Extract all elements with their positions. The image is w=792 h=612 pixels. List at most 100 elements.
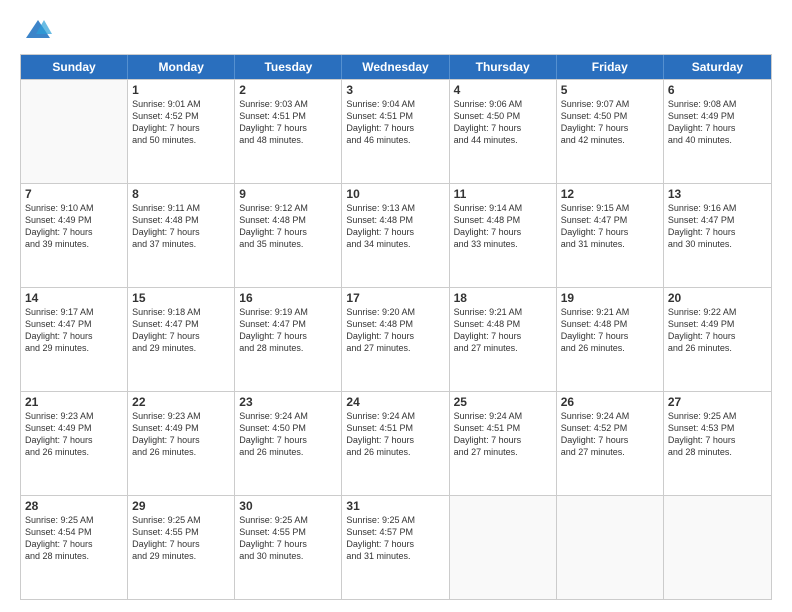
calendar-cell [664, 496, 771, 599]
day-number: 18 [454, 291, 552, 305]
day-info: Sunrise: 9:12 AM Sunset: 4:48 PM Dayligh… [239, 202, 337, 251]
day-number: 4 [454, 83, 552, 97]
calendar-row-4: 21Sunrise: 9:23 AM Sunset: 4:49 PM Dayli… [21, 391, 771, 495]
calendar-cell: 14Sunrise: 9:17 AM Sunset: 4:47 PM Dayli… [21, 288, 128, 391]
day-info: Sunrise: 9:13 AM Sunset: 4:48 PM Dayligh… [346, 202, 444, 251]
calendar-cell: 20Sunrise: 9:22 AM Sunset: 4:49 PM Dayli… [664, 288, 771, 391]
day-number: 23 [239, 395, 337, 409]
day-info: Sunrise: 9:17 AM Sunset: 4:47 PM Dayligh… [25, 306, 123, 355]
calendar-cell: 13Sunrise: 9:16 AM Sunset: 4:47 PM Dayli… [664, 184, 771, 287]
calendar-cell: 7Sunrise: 9:10 AM Sunset: 4:49 PM Daylig… [21, 184, 128, 287]
day-info: Sunrise: 9:24 AM Sunset: 4:50 PM Dayligh… [239, 410, 337, 459]
day-info: Sunrise: 9:23 AM Sunset: 4:49 PM Dayligh… [132, 410, 230, 459]
day-number: 14 [25, 291, 123, 305]
calendar-body: 1Sunrise: 9:01 AM Sunset: 4:52 PM Daylig… [21, 79, 771, 599]
day-number: 9 [239, 187, 337, 201]
calendar-row-2: 7Sunrise: 9:10 AM Sunset: 4:49 PM Daylig… [21, 183, 771, 287]
calendar-cell: 4Sunrise: 9:06 AM Sunset: 4:50 PM Daylig… [450, 80, 557, 183]
calendar-cell: 17Sunrise: 9:20 AM Sunset: 4:48 PM Dayli… [342, 288, 449, 391]
day-info: Sunrise: 9:01 AM Sunset: 4:52 PM Dayligh… [132, 98, 230, 147]
day-info: Sunrise: 9:24 AM Sunset: 4:52 PM Dayligh… [561, 410, 659, 459]
day-info: Sunrise: 9:04 AM Sunset: 4:51 PM Dayligh… [346, 98, 444, 147]
logo [20, 16, 52, 44]
page: SundayMondayTuesdayWednesdayThursdayFrid… [0, 0, 792, 612]
day-number: 27 [668, 395, 767, 409]
header-day-monday: Monday [128, 55, 235, 79]
day-number: 16 [239, 291, 337, 305]
header-day-friday: Friday [557, 55, 664, 79]
day-number: 11 [454, 187, 552, 201]
day-number: 28 [25, 499, 123, 513]
day-number: 12 [561, 187, 659, 201]
calendar-cell: 3Sunrise: 9:04 AM Sunset: 4:51 PM Daylig… [342, 80, 449, 183]
day-number: 20 [668, 291, 767, 305]
header-day-tuesday: Tuesday [235, 55, 342, 79]
day-info: Sunrise: 9:23 AM Sunset: 4:49 PM Dayligh… [25, 410, 123, 459]
day-info: Sunrise: 9:07 AM Sunset: 4:50 PM Dayligh… [561, 98, 659, 147]
day-number: 26 [561, 395, 659, 409]
day-info: Sunrise: 9:24 AM Sunset: 4:51 PM Dayligh… [454, 410, 552, 459]
calendar-cell: 21Sunrise: 9:23 AM Sunset: 4:49 PM Dayli… [21, 392, 128, 495]
calendar-cell: 10Sunrise: 9:13 AM Sunset: 4:48 PM Dayli… [342, 184, 449, 287]
header-day-thursday: Thursday [450, 55, 557, 79]
day-number: 8 [132, 187, 230, 201]
day-number: 6 [668, 83, 767, 97]
header [20, 16, 772, 44]
day-number: 1 [132, 83, 230, 97]
calendar-cell: 8Sunrise: 9:11 AM Sunset: 4:48 PM Daylig… [128, 184, 235, 287]
day-info: Sunrise: 9:25 AM Sunset: 4:55 PM Dayligh… [239, 514, 337, 563]
header-day-wednesday: Wednesday [342, 55, 449, 79]
calendar-cell: 24Sunrise: 9:24 AM Sunset: 4:51 PM Dayli… [342, 392, 449, 495]
day-number: 29 [132, 499, 230, 513]
header-day-sunday: Sunday [21, 55, 128, 79]
calendar-cell: 15Sunrise: 9:18 AM Sunset: 4:47 PM Dayli… [128, 288, 235, 391]
calendar-cell: 27Sunrise: 9:25 AM Sunset: 4:53 PM Dayli… [664, 392, 771, 495]
calendar-cell: 28Sunrise: 9:25 AM Sunset: 4:54 PM Dayli… [21, 496, 128, 599]
day-info: Sunrise: 9:14 AM Sunset: 4:48 PM Dayligh… [454, 202, 552, 251]
calendar-cell: 5Sunrise: 9:07 AM Sunset: 4:50 PM Daylig… [557, 80, 664, 183]
day-number: 21 [25, 395, 123, 409]
day-info: Sunrise: 9:24 AM Sunset: 4:51 PM Dayligh… [346, 410, 444, 459]
calendar-cell: 9Sunrise: 9:12 AM Sunset: 4:48 PM Daylig… [235, 184, 342, 287]
calendar-cell: 22Sunrise: 9:23 AM Sunset: 4:49 PM Dayli… [128, 392, 235, 495]
day-number: 7 [25, 187, 123, 201]
calendar-cell: 11Sunrise: 9:14 AM Sunset: 4:48 PM Dayli… [450, 184, 557, 287]
day-info: Sunrise: 9:25 AM Sunset: 4:57 PM Dayligh… [346, 514, 444, 563]
calendar-cell: 19Sunrise: 9:21 AM Sunset: 4:48 PM Dayli… [557, 288, 664, 391]
day-info: Sunrise: 9:21 AM Sunset: 4:48 PM Dayligh… [561, 306, 659, 355]
day-info: Sunrise: 9:25 AM Sunset: 4:53 PM Dayligh… [668, 410, 767, 459]
day-info: Sunrise: 9:21 AM Sunset: 4:48 PM Dayligh… [454, 306, 552, 355]
day-number: 22 [132, 395, 230, 409]
day-number: 15 [132, 291, 230, 305]
calendar-cell: 29Sunrise: 9:25 AM Sunset: 4:55 PM Dayli… [128, 496, 235, 599]
day-number: 5 [561, 83, 659, 97]
day-number: 19 [561, 291, 659, 305]
calendar-cell: 23Sunrise: 9:24 AM Sunset: 4:50 PM Dayli… [235, 392, 342, 495]
calendar-cell [21, 80, 128, 183]
day-info: Sunrise: 9:08 AM Sunset: 4:49 PM Dayligh… [668, 98, 767, 147]
day-number: 13 [668, 187, 767, 201]
calendar-row-1: 1Sunrise: 9:01 AM Sunset: 4:52 PM Daylig… [21, 79, 771, 183]
calendar-cell: 2Sunrise: 9:03 AM Sunset: 4:51 PM Daylig… [235, 80, 342, 183]
calendar-cell: 31Sunrise: 9:25 AM Sunset: 4:57 PM Dayli… [342, 496, 449, 599]
day-number: 3 [346, 83, 444, 97]
day-info: Sunrise: 9:20 AM Sunset: 4:48 PM Dayligh… [346, 306, 444, 355]
day-info: Sunrise: 9:19 AM Sunset: 4:47 PM Dayligh… [239, 306, 337, 355]
day-number: 25 [454, 395, 552, 409]
day-info: Sunrise: 9:03 AM Sunset: 4:51 PM Dayligh… [239, 98, 337, 147]
day-info: Sunrise: 9:22 AM Sunset: 4:49 PM Dayligh… [668, 306, 767, 355]
calendar-header: SundayMondayTuesdayWednesdayThursdayFrid… [21, 55, 771, 79]
calendar-cell: 1Sunrise: 9:01 AM Sunset: 4:52 PM Daylig… [128, 80, 235, 183]
day-number: 2 [239, 83, 337, 97]
calendar-cell: 25Sunrise: 9:24 AM Sunset: 4:51 PM Dayli… [450, 392, 557, 495]
day-number: 17 [346, 291, 444, 305]
day-info: Sunrise: 9:10 AM Sunset: 4:49 PM Dayligh… [25, 202, 123, 251]
day-number: 30 [239, 499, 337, 513]
day-number: 24 [346, 395, 444, 409]
day-info: Sunrise: 9:06 AM Sunset: 4:50 PM Dayligh… [454, 98, 552, 147]
calendar-cell [557, 496, 664, 599]
day-info: Sunrise: 9:11 AM Sunset: 4:48 PM Dayligh… [132, 202, 230, 251]
calendar-cell [450, 496, 557, 599]
day-info: Sunrise: 9:15 AM Sunset: 4:47 PM Dayligh… [561, 202, 659, 251]
day-info: Sunrise: 9:18 AM Sunset: 4:47 PM Dayligh… [132, 306, 230, 355]
